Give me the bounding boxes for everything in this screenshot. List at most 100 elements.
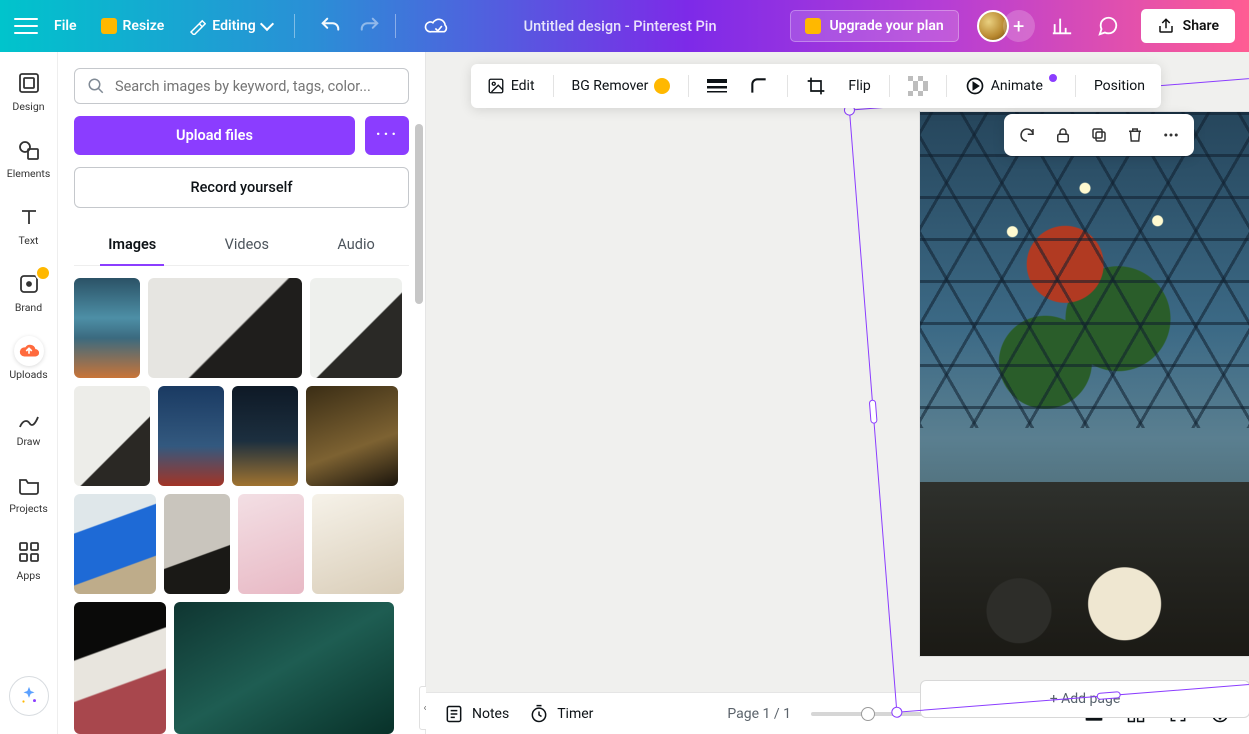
upload-thumb[interactable] — [148, 278, 302, 378]
tab-images[interactable]: Images — [100, 226, 164, 265]
chart-icon — [1051, 15, 1073, 37]
animate-button[interactable]: Animate — [961, 72, 1061, 100]
search-input[interactable] — [74, 68, 409, 104]
page-indicator[interactable]: Page 1 / 1 — [727, 706, 791, 722]
share-button[interactable]: Share — [1141, 9, 1235, 43]
upload-thumb[interactable] — [74, 494, 156, 594]
rail-apps[interactable]: Apps — [0, 535, 57, 586]
panel-scrollbar[interactable] — [415, 124, 423, 304]
redo-icon[interactable] — [359, 15, 381, 37]
tab-audio[interactable]: Audio — [329, 226, 382, 265]
bg-remover-label: BG Remover — [572, 78, 649, 94]
zoom-knob[interactable] — [861, 707, 875, 721]
trash-icon — [1126, 126, 1144, 144]
canvas[interactable]: Edit BG Remover Flip — [426, 52, 1249, 734]
separator — [787, 75, 788, 97]
page-frame[interactable] — [920, 112, 1249, 656]
crown-icon — [101, 18, 117, 34]
upload-thumb[interactable] — [158, 386, 224, 486]
upload-thumb[interactable] — [232, 386, 298, 486]
duplicate-button[interactable] — [1084, 120, 1114, 150]
tab-videos[interactable]: Videos — [217, 226, 277, 265]
apps-icon — [17, 540, 41, 564]
marker-icon — [188, 17, 206, 35]
nav-rail: Design Elements Text Brand Uploads Draw — [0, 52, 58, 734]
upload-thumb[interactable] — [312, 494, 404, 594]
regenerate-button[interactable] — [1012, 120, 1042, 150]
upgrade-label: Upgrade your plan — [829, 18, 943, 34]
menu-button[interactable] — [14, 14, 38, 38]
rail-label: Projects — [9, 502, 48, 515]
edit-image-button[interactable]: Edit — [483, 73, 539, 99]
rail-label: Uploads — [9, 368, 47, 381]
record-yourself-button[interactable]: Record yourself — [74, 167, 409, 208]
rail-design[interactable]: Design — [0, 66, 57, 117]
upload-more-button[interactable]: ··· — [365, 116, 409, 155]
rail-label: Brand — [15, 301, 42, 314]
premium-badge-icon — [35, 265, 51, 281]
upload-thumb[interactable] — [164, 494, 230, 594]
upload-thumb[interactable] — [238, 494, 304, 594]
crown-icon — [805, 18, 821, 34]
text-icon — [17, 205, 41, 229]
search-field[interactable] — [115, 78, 396, 95]
undo-icon[interactable] — [319, 15, 341, 37]
placed-image[interactable] — [920, 112, 1249, 656]
position-button[interactable]: Position — [1090, 74, 1149, 98]
upload-thumb[interactable] — [306, 386, 398, 486]
upload-files-button[interactable]: Upload files — [74, 116, 355, 155]
flip-button[interactable]: Flip — [844, 74, 874, 98]
top-bar: File Resize Editing Untitled design - Pi… — [0, 0, 1249, 52]
rail-projects[interactable]: Projects — [0, 468, 57, 519]
rail-text[interactable]: Text — [0, 200, 57, 251]
share-icon — [1157, 17, 1175, 35]
timer-button[interactable]: Timer — [529, 704, 593, 724]
more-icon — [1162, 126, 1180, 144]
corner-rounding-button[interactable] — [745, 72, 773, 100]
stroke-weight-button[interactable] — [703, 74, 731, 98]
transparency-button[interactable] — [904, 72, 932, 100]
separator — [1075, 75, 1076, 97]
add-page-button[interactable]: + Add page — [920, 680, 1249, 718]
undo-redo-group — [319, 15, 381, 37]
lock-button[interactable] — [1048, 120, 1078, 150]
upload-thumb[interactable] — [74, 278, 140, 378]
uploads-icon — [18, 340, 40, 362]
rail-elements[interactable]: Elements — [0, 133, 57, 184]
uploads-panel: Upload files ··· Record yourself Images … — [58, 52, 426, 734]
insights-button[interactable] — [1043, 7, 1081, 45]
sparkle-icon — [18, 685, 40, 707]
notes-label: Notes — [472, 706, 509, 722]
rail-brand[interactable]: Brand — [0, 267, 57, 318]
new-dot-icon — [1049, 74, 1057, 82]
notes-icon — [444, 704, 464, 724]
resize-handle-w[interactable] — [869, 399, 878, 423]
file-menu[interactable]: File — [46, 12, 85, 40]
copy-icon — [1090, 126, 1108, 144]
bg-remover-button[interactable]: BG Remover — [568, 74, 675, 98]
upload-thumb[interactable] — [74, 386, 150, 486]
rail-label: Draw — [17, 435, 41, 448]
comments-button[interactable] — [1089, 7, 1127, 45]
upgrade-button[interactable]: Upgrade your plan — [790, 10, 958, 42]
timer-icon — [529, 704, 549, 724]
upload-thumb[interactable] — [174, 602, 394, 734]
resize-button[interactable]: Resize — [93, 12, 173, 40]
collaborators: + — [977, 10, 1035, 42]
add-collaborator-button[interactable]: + — [1003, 10, 1035, 42]
design-title[interactable]: Untitled design - Pinterest Pin — [458, 18, 783, 35]
delete-button[interactable] — [1120, 120, 1150, 150]
rail-draw[interactable]: Draw — [0, 401, 57, 452]
upload-thumb[interactable] — [310, 278, 402, 378]
cloud-sync-icon[interactable] — [424, 16, 450, 36]
editing-mode-dropdown[interactable]: Editing — [180, 11, 279, 41]
crop-button[interactable] — [802, 72, 830, 100]
design-icon — [17, 71, 41, 95]
magic-button[interactable] — [9, 676, 49, 716]
separator — [553, 75, 554, 97]
edit-icon — [487, 77, 505, 95]
rail-uploads[interactable]: Uploads — [0, 334, 57, 385]
upload-thumb[interactable] — [74, 602, 166, 734]
more-button[interactable] — [1156, 120, 1186, 150]
notes-button[interactable]: Notes — [444, 704, 509, 724]
